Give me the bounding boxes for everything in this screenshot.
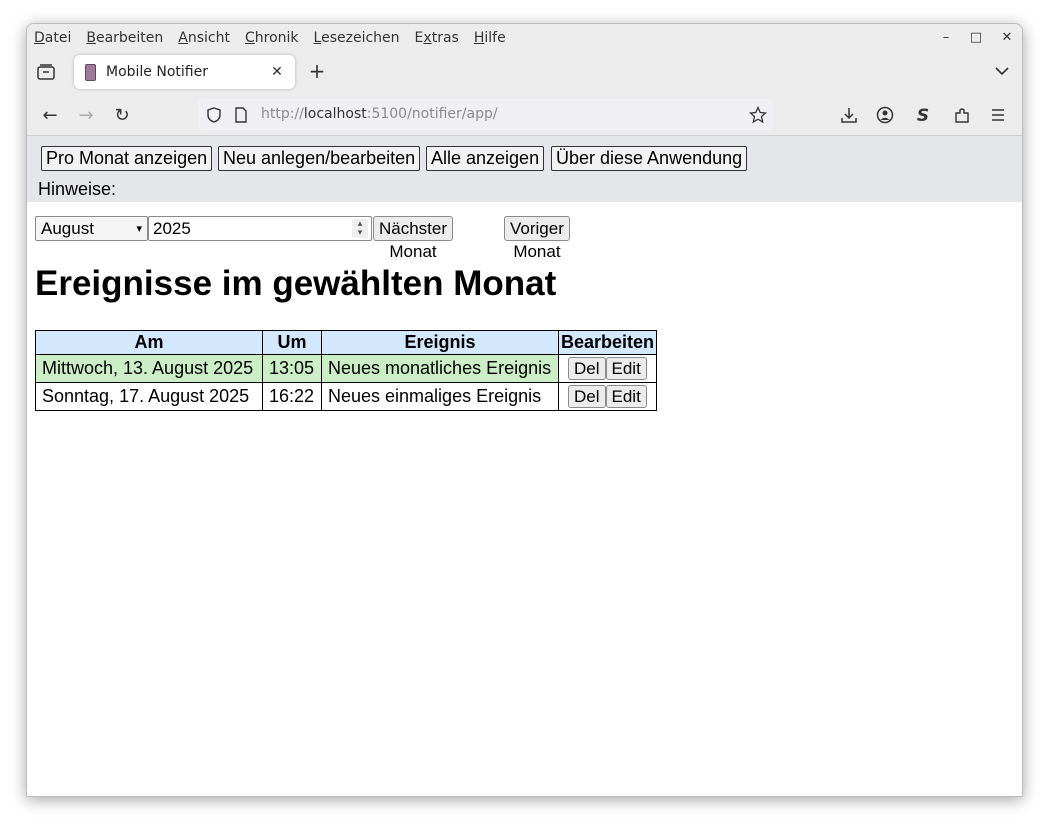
chevron-down-icon[interactable] <box>994 63 1010 79</box>
account-icon[interactable] <box>876 106 894 124</box>
menu-ansicht[interactable]: Ansicht <box>178 30 230 46</box>
cell-actions: Del Edit <box>557 354 658 383</box>
neu-anlegen-button[interactable]: Neu anlegen/bearbeiten <box>218 146 421 171</box>
hint-label: Hinweise: <box>38 179 117 199</box>
delete-button[interactable]: Del <box>568 357 606 380</box>
menu-extras[interactable]: Extras <box>415 30 459 46</box>
page-title: Ereignisse im gewählten Monat <box>35 264 557 303</box>
extension-s-icon[interactable]: S <box>913 106 933 126</box>
month-value: August <box>41 219 94 238</box>
hamburger-menu-icon[interactable] <box>989 106 1007 124</box>
bookmark-star-icon[interactable] <box>749 106 767 124</box>
close-window-icon[interactable]: ✕ <box>997 29 1017 47</box>
tab-bar: Mobile Notifier ✕ + <box>27 53 1022 91</box>
table-header-row: Am Um Ereignis Bearbeiten <box>35 330 658 355</box>
page-icon[interactable] <box>234 107 248 123</box>
month-select[interactable]: August ▾ <box>35 216 148 241</box>
menu-bearbeiten[interactable]: Bearbeiten <box>86 30 163 46</box>
spinner-icon[interactable]: ▴ ▾ <box>352 219 368 238</box>
minimize-icon[interactable]: – <box>936 29 956 47</box>
menu-lesezeichen[interactable]: Lesezeichen <box>314 30 400 46</box>
header-bearbeiten: Bearbeiten <box>557 330 658 355</box>
shield-icon[interactable] <box>206 107 222 123</box>
navigation-bar: ← → ↻ http://localhost:5100/notifier/app… <box>27 97 1022 135</box>
delete-button[interactable]: Del <box>568 385 606 408</box>
chevron-down-icon: ▾ <box>136 223 142 235</box>
extensions-puzzle-icon[interactable] <box>953 106 971 124</box>
app-nav: Pro Monat anzeigen Neu anlegen/bearbeite… <box>27 136 1022 202</box>
edit-button[interactable]: Edit <box>605 357 647 380</box>
tab-title: Mobile Notifier <box>106 64 208 80</box>
year-input[interactable]: 2025 ▴ ▾ <box>148 216 372 241</box>
url-bar[interactable]: http://localhost:5100/notifier/app/ <box>198 99 773 131</box>
menu-hilfe[interactable]: Hilfe <box>474 30 506 46</box>
browser-window: Datei Bearbeiten Ansicht Chronik Lesezei… <box>26 23 1023 797</box>
next-month-button[interactable]: Nächster Monat <box>373 216 454 261</box>
cell-date: Sonntag, 17. August 2025 <box>35 382 263 411</box>
ueber-button[interactable]: Über diese Anwendung <box>551 146 748 171</box>
header-am: Am <box>35 330 263 355</box>
year-value: 2025 <box>153 219 191 238</box>
new-tab-icon[interactable]: + <box>307 61 327 81</box>
url-text[interactable]: http://localhost:5100/notifier/app/ <box>261 106 498 122</box>
tab-close-icon[interactable]: ✕ <box>269 64 285 80</box>
download-icon[interactable] <box>840 106 858 124</box>
prev-month-button[interactable]: Voriger Monat <box>504 216 570 261</box>
cell-time: 16:22 <box>262 382 322 411</box>
browser-chrome: Datei Bearbeiten Ansicht Chronik Lesezei… <box>27 24 1022 136</box>
cell-event: Neues monatliches Ereignis <box>321 354 559 383</box>
favicon-icon <box>85 63 96 81</box>
header-um: Um <box>262 330 322 355</box>
menu-chronik[interactable]: Chronik <box>245 30 299 46</box>
cell-event: Neues einmaliges Ereignis <box>321 382 559 411</box>
menu-datei[interactable]: Datei <box>34 30 71 46</box>
alle-anzeigen-button[interactable]: Alle anzeigen <box>426 146 545 171</box>
menu-bar: Datei Bearbeiten Ansicht Chronik Lesezei… <box>27 24 1022 51</box>
table-row: Sonntag, 17. August 2025 16:22 Neues ein… <box>35 382 658 411</box>
cell-time: 13:05 <box>262 354 322 383</box>
events-table: Am Um Ereignis Bearbeiten Mittwoch, 13. … <box>35 330 658 411</box>
forward-icon[interactable]: → <box>76 106 96 126</box>
table-row: Mittwoch, 13. August 2025 13:05 Neues mo… <box>35 354 658 383</box>
edit-button[interactable]: Edit <box>605 385 647 408</box>
cell-date: Mittwoch, 13. August 2025 <box>35 354 263 383</box>
tab-mobile-notifier[interactable]: Mobile Notifier ✕ <box>74 55 295 89</box>
tab-manager-icon[interactable] <box>36 62 56 82</box>
maximize-icon[interactable]: □ <box>966 29 986 47</box>
back-icon[interactable]: ← <box>40 106 60 126</box>
page-content: Pro Monat anzeigen Neu anlegen/bearbeite… <box>27 136 1022 796</box>
header-ereignis: Ereignis <box>321 330 559 355</box>
cell-actions: Del Edit <box>557 382 658 411</box>
reload-icon[interactable]: ↻ <box>112 106 132 126</box>
pro-monat-button[interactable]: Pro Monat anzeigen <box>41 146 213 171</box>
